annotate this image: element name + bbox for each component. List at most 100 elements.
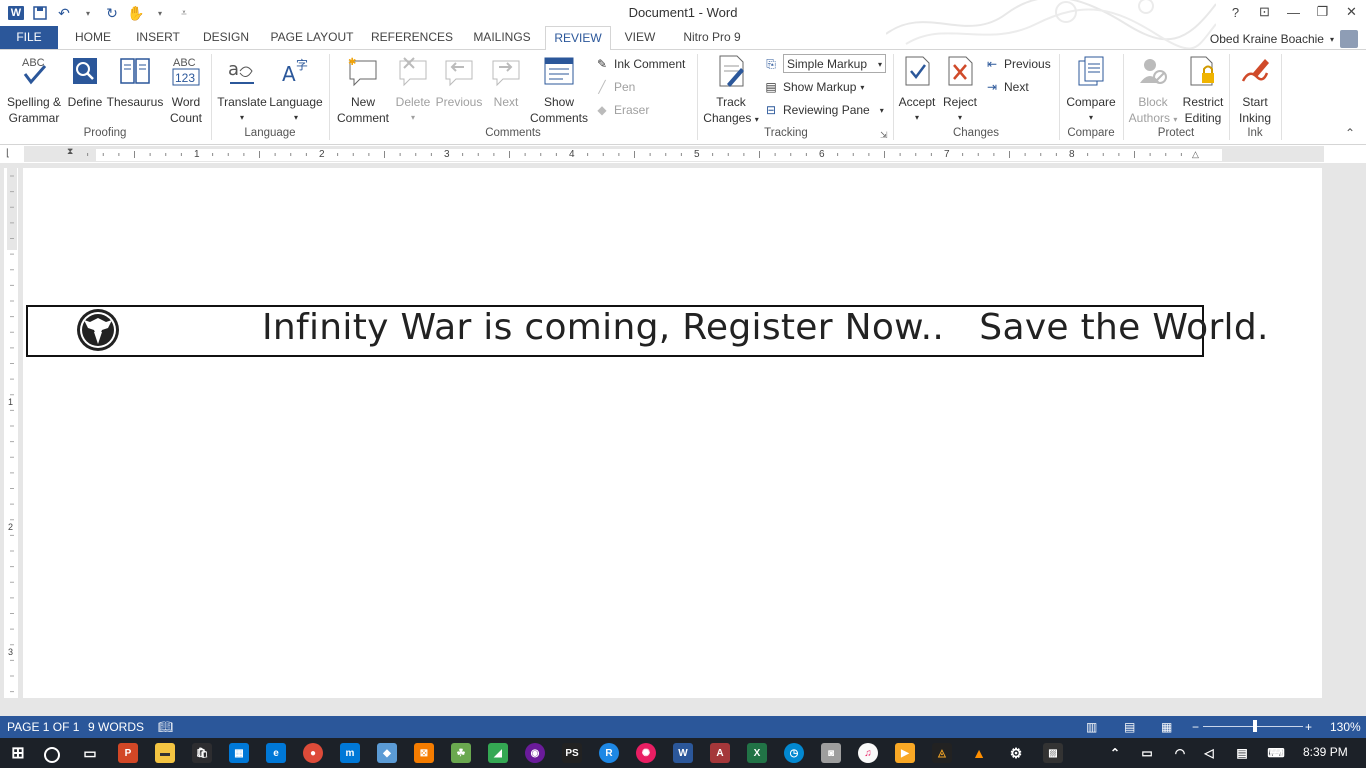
- print-layout-icon[interactable]: ▤: [1124, 720, 1135, 734]
- start-inking-button[interactable]: Start Inking: [1232, 54, 1278, 126]
- r-app-icon[interactable]: R: [599, 743, 619, 763]
- banner-text[interactable]: Infinity War is coming, Register Now.. S…: [262, 307, 1269, 348]
- photoshop-icon[interactable]: PS: [562, 743, 582, 763]
- excel-icon[interactable]: X: [747, 743, 767, 763]
- search-icon[interactable]: [44, 747, 60, 763]
- ink-comment-button[interactable]: ✎ Ink Comment: [594, 54, 685, 74]
- zoom-level[interactable]: 130%: [1330, 720, 1361, 734]
- new-comment-button[interactable]: ✱ New Comment: [334, 54, 392, 126]
- file-explorer-icon[interactable]: ▬: [155, 743, 175, 763]
- box-app-icon[interactable]: ◆: [377, 743, 397, 763]
- settings-icon[interactable]: ⚙: [1006, 743, 1026, 763]
- pinwheel-app-icon[interactable]: ✺: [636, 743, 656, 763]
- show-markup-button[interactable]: ▤ Show Markup ▾: [763, 77, 864, 97]
- proofing-status-icon[interactable]: 📖︎: [158, 720, 173, 734]
- tab-home[interactable]: HOME: [68, 26, 118, 49]
- access-icon[interactable]: A: [710, 743, 730, 763]
- word-count[interactable]: 9 WORDS: [88, 720, 144, 734]
- start-icon[interactable]: ⊞: [8, 743, 28, 763]
- delete-comment-button[interactable]: Delete ▾: [393, 54, 433, 126]
- minimize-icon[interactable]: —: [1279, 0, 1308, 24]
- avast-icon[interactable]: ◬: [932, 743, 952, 763]
- edge-icon[interactable]: e: [266, 743, 286, 763]
- define-button[interactable]: Define: [66, 54, 104, 110]
- spelling-grammar-button[interactable]: ABC Spelling & Grammar: [4, 54, 64, 126]
- previous-change-button[interactable]: ⇤ Previous: [984, 54, 1051, 74]
- xampp-icon[interactable]: ⊠: [414, 743, 434, 763]
- eraser-button[interactable]: ◆ Eraser: [594, 100, 649, 120]
- horizontal-ruler[interactable]: 1 2 3 4 5 6 7 8 ⧗ △: [24, 146, 1324, 162]
- display-for-review-select[interactable]: Simple Markup ▾: [783, 54, 886, 73]
- media-app-icon[interactable]: ◉: [525, 743, 545, 763]
- accept-button[interactable]: Accept ▾: [897, 54, 937, 126]
- tab-insert[interactable]: INSERT: [132, 26, 184, 49]
- gem-icon[interactable]: ☘: [451, 743, 471, 763]
- tab-page-layout[interactable]: PAGE LAYOUT: [268, 26, 356, 49]
- photos-icon[interactable]: ▨: [1043, 743, 1063, 763]
- tracking-options-launcher-icon[interactable]: ⇲: [880, 130, 888, 141]
- notifications-icon[interactable]: ▤: [1232, 743, 1252, 763]
- tab-view[interactable]: VIEW: [620, 26, 660, 49]
- tab-design[interactable]: DESIGN: [198, 26, 254, 49]
- show-hidden-icons-icon[interactable]: ⌃: [1105, 743, 1125, 763]
- tab-references[interactable]: REFERENCES: [371, 26, 453, 49]
- wifi-icon[interactable]: ◠: [1170, 743, 1190, 763]
- word-count-button[interactable]: ABC 123 Word Count: [166, 54, 206, 126]
- reviewing-pane-button[interactable]: ⊟ Reviewing Pane ▾: [763, 100, 884, 120]
- camera-app-icon[interactable]: ◙: [821, 743, 841, 763]
- next-comment-button[interactable]: Next: [486, 54, 526, 110]
- word-taskbar-icon[interactable]: W: [673, 743, 693, 763]
- reject-button[interactable]: Reject ▾: [940, 54, 980, 126]
- volume-icon[interactable]: ◁: [1199, 743, 1219, 763]
- read-mode-icon[interactable]: ▥: [1086, 720, 1097, 734]
- keyboard-icon[interactable]: ⌨: [1262, 743, 1290, 763]
- store-icon[interactable]: 🛍︎: [192, 743, 212, 763]
- calculator-icon[interactable]: ▦: [229, 743, 249, 763]
- task-view-icon[interactable]: ▭: [80, 743, 100, 763]
- zoom-slider-thumb[interactable]: [1253, 720, 1257, 732]
- tab-nitro-pro[interactable]: Nitro Pro 9: [676, 26, 748, 49]
- mail-icon[interactable]: m: [340, 743, 360, 763]
- thesaurus-button[interactable]: Thesaurus: [106, 54, 164, 110]
- video-player-icon[interactable]: ▶: [895, 743, 915, 763]
- account-dropdown-icon[interactable]: ▾: [1330, 35, 1334, 44]
- tab-selector-icon[interactable]: ⌊: [6, 148, 16, 159]
- tab-mailings[interactable]: MAILINGS: [468, 26, 536, 49]
- page-count[interactable]: PAGE 1 OF 1: [7, 720, 79, 734]
- ribbon-display-icon[interactable]: ⊡: [1250, 0, 1279, 24]
- avatar[interactable]: [1340, 30, 1358, 48]
- clock-app-icon[interactable]: ◷: [784, 743, 804, 763]
- clock-time[interactable]: 8:39 PM: [1303, 745, 1348, 759]
- account-name[interactable]: Obed Kraine Boachie: [1210, 32, 1324, 46]
- block-authors-button[interactable]: Block Authors ▾: [1127, 54, 1179, 128]
- account-area[interactable]: Obed Kraine Boachie ▾: [1210, 30, 1358, 48]
- tab-file[interactable]: FILE: [0, 26, 58, 49]
- zoom-in-icon[interactable]: +: [1305, 720, 1312, 734]
- previous-comment-button[interactable]: Previous: [435, 54, 483, 110]
- zoom-out-icon[interactable]: −: [1192, 720, 1199, 734]
- restrict-editing-button[interactable]: Restrict Editing: [1180, 54, 1226, 126]
- tab-review[interactable]: REVIEW: [545, 26, 611, 51]
- collapse-ribbon-icon[interactable]: ⌃: [1345, 126, 1355, 140]
- chrome-icon[interactable]: ●: [303, 743, 323, 763]
- compare-button[interactable]: Compare ▾: [1063, 54, 1119, 126]
- next-change-button[interactable]: ⇥ Next: [984, 77, 1029, 97]
- restore-icon[interactable]: ❐: [1308, 0, 1337, 24]
- first-line-indent-icon[interactable]: ⧗: [67, 146, 73, 157]
- language-button[interactable]: A字 Language ▾: [268, 54, 324, 126]
- translate-button[interactable]: a Translate ▾: [216, 54, 268, 126]
- battery-icon[interactable]: ▭: [1137, 743, 1157, 763]
- vlc-icon[interactable]: ▲: [969, 743, 989, 763]
- show-comments-button[interactable]: Show Comments: [528, 54, 590, 126]
- document-page[interactable]: [23, 168, 1322, 698]
- help-icon[interactable]: ?: [1221, 0, 1250, 24]
- pen-button[interactable]: ╱ Pen: [594, 77, 635, 97]
- itunes-icon[interactable]: ♫: [858, 743, 878, 763]
- powerpoint-icon[interactable]: P: [118, 743, 138, 763]
- vertical-ruler[interactable]: 1 2 3: [4, 168, 18, 698]
- track-changes-button[interactable]: Track Changes ▾: [702, 54, 760, 128]
- right-indent-icon[interactable]: △: [1192, 149, 1199, 160]
- close-icon[interactable]: ✕: [1337, 0, 1366, 24]
- web-layout-icon[interactable]: ▦: [1161, 720, 1172, 734]
- map-app-icon[interactable]: ◢: [488, 743, 508, 763]
